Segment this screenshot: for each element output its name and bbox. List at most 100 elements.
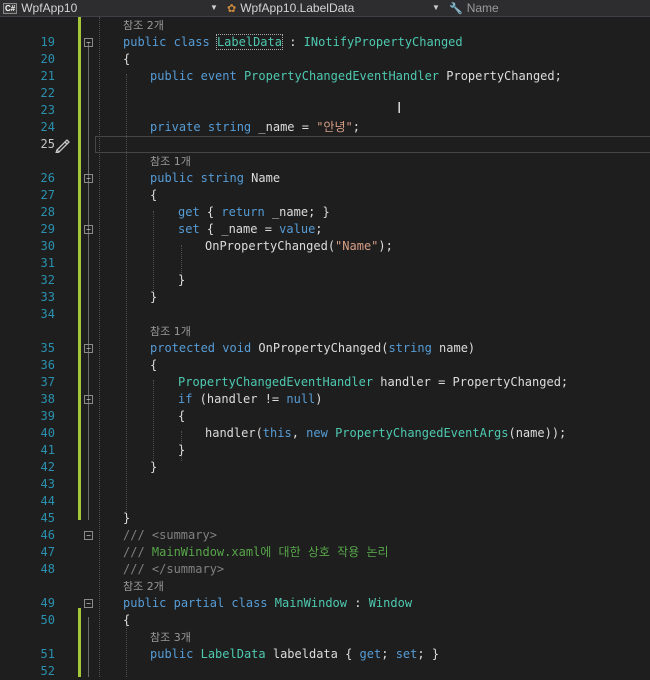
code-line: 22	[0, 85, 650, 102]
code-line: 32 }	[0, 272, 650, 289]
collapse-icon[interactable]: −	[84, 38, 93, 47]
code-lens-line: 참조 2개	[0, 17, 650, 34]
line-number: 31	[40, 256, 55, 270]
code-line: 51 public LabelData labeldata { get; set…	[0, 646, 650, 663]
code-text: }	[178, 443, 186, 457]
chevron-down-icon[interactable]: ▼	[432, 3, 440, 12]
code-line: 35 − protected void OnPropertyChanged(st…	[0, 340, 650, 357]
line-number: 37	[40, 375, 55, 389]
member-dropdown[interactable]: 🔧 Name	[446, 0, 650, 16]
code-text: if (handler != null)	[178, 392, 323, 406]
code-text: }	[178, 273, 186, 287]
project-dropdown[interactable]: C# WpfApp10 ▼	[0, 0, 222, 16]
line-number: 20	[40, 52, 55, 66]
line-number: 40	[40, 426, 55, 440]
code-line: 42 }	[0, 459, 650, 476]
code-lens-line: 참조 3개	[0, 629, 650, 646]
code-line: 45 }	[0, 510, 650, 527]
line-number: 26	[40, 171, 55, 185]
code-text: PropertyChangedEventHandler handler = Pr…	[178, 375, 569, 389]
collapse-icon[interactable]: −	[84, 531, 93, 540]
code-line: 31	[0, 255, 650, 272]
code-text: get { return _name; }	[178, 205, 330, 219]
code-line: 50 {	[0, 612, 650, 629]
code-text: protected void OnPropertyChanged(string …	[150, 341, 476, 355]
chevron-down-icon[interactable]: ▼	[210, 3, 218, 12]
code-lens-line: 참조 1개	[0, 323, 650, 340]
code-line: 40 handler(this, new PropertyChangedEven…	[0, 425, 650, 442]
line-number: 46	[40, 528, 55, 542]
code-line: 43	[0, 476, 650, 493]
references-lens[interactable]: 참조 2개	[123, 578, 164, 595]
code-text: OnPropertyChanged("Name");	[205, 239, 393, 253]
line-number: 21	[40, 69, 55, 83]
code-line: 19 − public class LabelData : INotifyPro…	[0, 34, 650, 51]
code-line: 23	[0, 102, 650, 119]
code-text: /// </summary>	[123, 562, 225, 576]
collapse-icon[interactable]: −	[84, 174, 93, 183]
line-number: 33	[40, 290, 55, 304]
navigation-bar: C# WpfApp10 ▼ ✿ WpfApp10.LabelData ▼ 🔧 N…	[0, 0, 650, 17]
line-number: 36	[40, 358, 55, 372]
current-code-line: 25	[0, 136, 650, 153]
code-lens-line: 참조 1개	[0, 153, 650, 170]
line-number: 51	[40, 647, 55, 661]
code-text: /// <summary>	[123, 528, 217, 542]
code-text: {	[178, 409, 186, 423]
line-number: 19	[40, 35, 55, 49]
code-text: public string Name	[150, 171, 281, 185]
code-text: handler(this, new PropertyChangedEventAr…	[205, 426, 567, 440]
collapse-icon[interactable]: −	[84, 344, 93, 353]
line-number: 27	[40, 188, 55, 202]
code-line: 38 − if (handler != null)	[0, 391, 650, 408]
line-number: 24	[40, 120, 55, 134]
collapse-icon[interactable]: −	[84, 225, 93, 234]
type-dropdown-label: WpfApp10.LabelData	[240, 1, 355, 15]
line-number: 42	[40, 460, 55, 474]
code-line: 33 }	[0, 289, 650, 306]
current-line-highlight	[95, 136, 650, 153]
code-text: }	[123, 511, 131, 525]
code-text: public partial class MainWindow : Window	[123, 596, 413, 610]
text-cursor-icon: I	[397, 99, 402, 117]
references-lens[interactable]: 참조 1개	[150, 153, 191, 170]
code-line: 20 {	[0, 51, 650, 68]
type-dropdown[interactable]: ✿ WpfApp10.LabelData ▼	[224, 0, 442, 16]
code-text: set { _name = value;	[178, 222, 323, 236]
code-text: {	[150, 358, 158, 372]
references-lens[interactable]: 참조 2개	[123, 17, 164, 34]
line-number: 25	[40, 137, 55, 151]
code-lens-line: 참조 2개	[0, 578, 650, 595]
code-text: {	[150, 188, 158, 202]
collapse-icon[interactable]: −	[84, 395, 93, 404]
code-text: private string _name = "안녕";	[150, 120, 360, 134]
project-dropdown-label: WpfApp10	[21, 1, 78, 15]
line-number: 52	[40, 664, 55, 678]
collapse-icon[interactable]: −	[84, 599, 93, 608]
references-lens[interactable]: 참조 1개	[150, 323, 191, 340]
line-number: 38	[40, 392, 55, 406]
code-text: public class LabelData : INotifyProperty…	[123, 34, 463, 50]
code-text: public LabelData labeldata { get; set; }	[150, 647, 440, 661]
code-text: {	[123, 613, 131, 627]
references-lens[interactable]: 참조 3개	[150, 629, 191, 646]
code-line: 46 − /// <summary>	[0, 527, 650, 544]
code-text: public event PropertyChangedEventHandler…	[150, 69, 562, 83]
line-number: 49	[40, 596, 55, 610]
line-number: 32	[40, 273, 55, 287]
line-number: 41	[40, 443, 55, 457]
csharp-project-icon: C#	[3, 2, 18, 14]
code-editor[interactable]: 참조 2개 19 − public class LabelData : INot…	[0, 17, 650, 680]
line-number: 35	[40, 341, 55, 355]
line-number: 39	[40, 409, 55, 423]
code-line: 41 }	[0, 442, 650, 459]
code-line: 52	[0, 663, 650, 680]
code-line: 21 public event PropertyChangedEventHand…	[0, 68, 650, 85]
pencil-icon[interactable]	[54, 137, 70, 153]
code-line: 24 private string _name = "안녕";	[0, 119, 650, 136]
line-number: 48	[40, 562, 55, 576]
line-number: 28	[40, 205, 55, 219]
line-number: 44	[40, 494, 55, 508]
code-line: 30 OnPropertyChanged("Name");	[0, 238, 650, 255]
code-text: }	[150, 290, 158, 304]
